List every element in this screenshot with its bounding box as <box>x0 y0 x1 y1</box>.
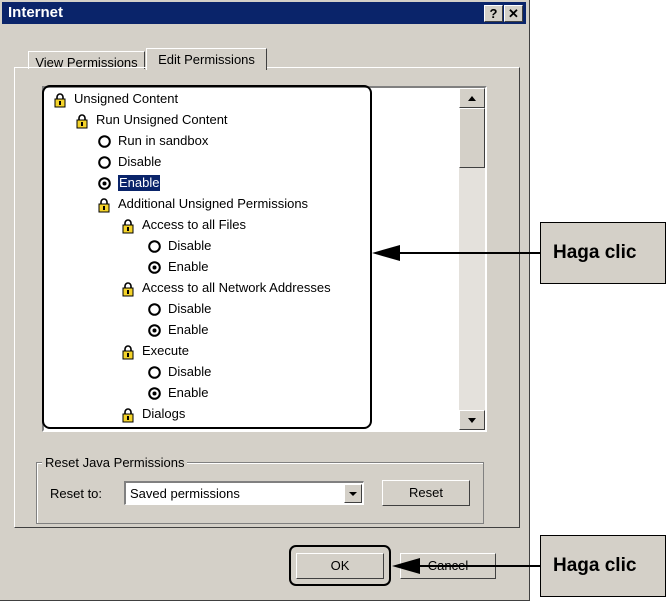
callout-text: Haga clic <box>553 555 637 576</box>
callout-bottom: Haga clic <box>540 535 666 597</box>
callout-arrows <box>372 245 540 574</box>
arrow-head-bottom <box>392 558 420 574</box>
arrow-head-top <box>372 245 400 261</box>
callout-top: Haga clic <box>540 222 666 284</box>
callout-text: Haga clic <box>553 242 637 263</box>
